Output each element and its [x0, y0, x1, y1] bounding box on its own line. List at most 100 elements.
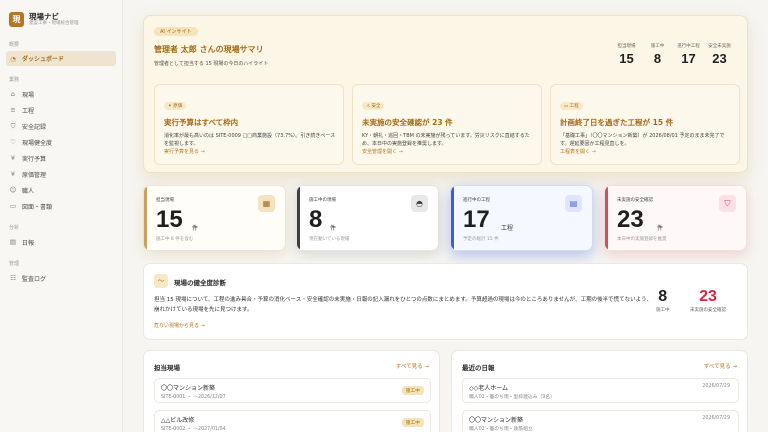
sidebar-item[interactable]: ▤ 日報	[6, 234, 116, 250]
stat-label: 施工中の現場	[309, 198, 336, 203]
kpi-processes: 進行中工程 17	[677, 44, 700, 66]
sidebar-item[interactable]: ⌂ 現場	[6, 86, 116, 102]
pulse-icon: 〜	[154, 274, 168, 288]
stat-unit: 件	[330, 225, 337, 232]
highlight-body: 消化率が最も高いのは SITE-0009 □□商業施設（73.7%）。引き続きペ…	[164, 133, 336, 147]
sidebar-item[interactable]: ⛉ 安全記録	[6, 118, 116, 134]
sidebar-item-label: 監査ログ	[22, 275, 47, 283]
sidebar-item-label: 現場	[22, 91, 35, 99]
highlight-card-safety: ⚠ 安全 未実施の安全確認が 23 件 KY・朝礼・巡回・TBM の未実施が残っ…	[352, 84, 542, 165]
dashboard-icon: ◔	[10, 54, 16, 63]
summary-kpis: 担当現場 15 施工中 8 進行中工程 17 安全未実施 23	[611, 43, 735, 66]
view-all-sites-link[interactable]: すべて見る →	[396, 362, 429, 370]
report-icon: ▤	[9, 238, 17, 246]
sidebar-item-label: 日報	[22, 239, 35, 247]
stat-unit: 件	[657, 225, 664, 232]
open-schedule-link[interactable]: 工程表を開く →	[560, 148, 596, 155]
stat-unit: 件	[192, 225, 199, 232]
sites-panel: 担当現場 すべて見る → 〇〇マンション新築 SITE-0001 ・ 〜2026…	[143, 350, 440, 432]
stat-label: 担当現場	[156, 198, 174, 203]
nav-section-label: 分析	[9, 225, 20, 231]
report-row[interactable]: 〇〇マンション新築 職人02・曇のち雨・鉄筋組立 2026/07/29	[462, 410, 739, 432]
sidebar-item-label: 安全記録	[22, 123, 47, 131]
yen-icon: ¥	[10, 170, 16, 178]
sidebar-item-label: 実行予算	[22, 155, 47, 163]
schedule-icon: ≡	[10, 106, 16, 114]
highlight-body: 「基礎工事」（〇〇マンション新築）が 2026/08/01 予定のまま未完了です…	[560, 133, 725, 147]
sidebar-item[interactable]: ☷ 監査ログ	[6, 270, 116, 286]
highlight-tag: ▭ 工程	[560, 102, 583, 110]
sidebar-item[interactable]: ¥ 実行予算	[6, 150, 116, 166]
calendar-icon: ▤	[565, 195, 582, 212]
stat-note: 予定の総計 15 件	[463, 237, 499, 242]
ai-insight-badge: AI インサイト	[154, 27, 198, 36]
sidebar-item[interactable]: ▭ 図面・書類	[6, 198, 116, 214]
helmet-icon: ◓	[411, 195, 428, 212]
brand[interactable]: 現 現場ナビ 建設工事・現場統合管理	[0, 0, 122, 30]
sidebar-item[interactable]: ◔ ダッシュボード	[6, 51, 116, 66]
sidebar-item-label: ダッシュボード	[22, 56, 65, 63]
kpi-active: 施工中 8	[650, 44, 665, 66]
yen-icon: ¥	[10, 154, 16, 162]
building-icon: ⌂	[10, 90, 16, 98]
shield-icon: ⛉	[10, 121, 16, 130]
stat-note: 現在動いている現場	[309, 237, 350, 242]
highlight-tag: ✦ 原価	[164, 102, 187, 110]
summary-subtitle: 管理者として担当する 15 現場の今日のハイライト	[154, 61, 269, 67]
sidebar-item-label: 工程	[22, 107, 35, 115]
sidebar-item[interactable]: ¥ 原価管理	[6, 166, 116, 182]
building-icon: ▦	[258, 195, 275, 212]
sidebar-item[interactable]: ☺ 職人	[6, 182, 116, 198]
view-budget-link[interactable]: 実行予算を見る →	[164, 148, 205, 155]
stat-value: 15	[156, 206, 183, 233]
sidebar-item[interactable]: ≡ 工程	[6, 102, 116, 118]
log-icon: ☷	[10, 274, 16, 282]
health-stat-safety: 23 未実施の安全確認	[690, 288, 726, 313]
health-icon: ♡	[10, 138, 16, 146]
ai-summary-card: AI インサイト 管理者 太郎 さんの現場サマリ 管理者として担当する 15 現…	[143, 15, 748, 173]
health-stat-active: 8 施工中	[656, 288, 670, 313]
health-body: 担当 15 現場について、工程の進み具合・予算の消化ペース・安全確認の未実施・日…	[154, 297, 652, 313]
stat-card-safety[interactable]: 未実施の安全確認 23 件 本日中の実施登録を推奨 ⛉	[604, 185, 747, 251]
nav-section-label: 概要	[9, 42, 20, 48]
sidebar-item-label: 図面・書類	[22, 203, 53, 211]
view-all-reports-link[interactable]: すべて見る →	[704, 362, 737, 370]
health-title: 現場の健全度診断	[174, 279, 226, 287]
stat-card-active-sites[interactable]: 施工中の現場 8 件 現在動いている現場 ◓	[296, 185, 439, 251]
summary-title: 管理者 太郎 さんの現場サマリ	[154, 45, 264, 54]
view-risky-sites-link[interactable]: 危ない現場から見る →	[154, 322, 205, 329]
panel-title: 担当現場	[154, 364, 180, 372]
highlight-body: KY・朝礼・巡回・TBM の未実施が残っています。労災リスクに直結するため、本日…	[362, 133, 530, 147]
stat-value: 23	[617, 206, 644, 233]
app-logo: 現	[9, 12, 24, 27]
status-badge: 施工中	[401, 386, 424, 395]
sidebar: 現 現場ナビ 建設工事・現場統合管理 概要 ◔ ダッシュボード 業務 ⌂ 現場 ≡ 工程 ⛉ 安全…	[0, 0, 123, 432]
stat-unit: 工程	[501, 225, 514, 232]
sidebar-item-label: 職人	[22, 187, 35, 195]
sidebar-item-label: 原価管理	[22, 171, 47, 179]
highlight-card-schedule: ▭ 工程 計画終了日を過ぎた工程が 15 件 「基礎工事」（〇〇マンション新築）…	[550, 84, 740, 165]
stat-card-sites[interactable]: 担当現場 15 件 施工中 8 件を含む ▦	[143, 185, 286, 251]
stat-value: 17	[463, 206, 490, 233]
highlight-card-budget: ✦ 原価 実行予算はすべて枠内 消化率が最も高いのは SITE-0009 □□商…	[154, 84, 344, 165]
report-row[interactable]: ◇◇老人ホーム 職人01・曇のち雨・型枠建込み（9名） 2026/07/29	[462, 378, 739, 403]
health-diagnosis-card: 〜 現場の健全度診断 担当 15 現場について、工程の進み具合・予算の消化ペース…	[143, 263, 748, 340]
nav-section-label: 管理	[9, 261, 20, 267]
stat-card-processes[interactable]: 進行中の工程 17 工程 予定の総計 15 件 ▤	[450, 185, 593, 251]
highlight-title: 実行予算はすべて枠内	[164, 118, 239, 127]
sidebar-item-label: 現場健全度	[22, 139, 53, 147]
site-row[interactable]: 〇〇マンション新築 SITE-0001 ・ 〜2026/12/07 施工中	[154, 378, 431, 403]
kpi-safety: 安全未実施 23	[708, 44, 731, 66]
people-icon: ☺	[9, 186, 17, 194]
stat-value: 8	[309, 206, 323, 233]
main-content: AI インサイト 管理者 太郎 さんの現場サマリ 管理者として担当する 15 現…	[123, 0, 768, 432]
status-badge: 施工中	[401, 418, 424, 427]
stat-label: 未実施の安全確認	[617, 198, 653, 203]
stat-note: 本日中の実施登録を推奨	[617, 237, 667, 242]
reports-panel: 最近の日報 すべて見る → ◇◇老人ホーム 職人01・曇のち雨・型枠建込み（9名…	[451, 350, 748, 432]
kpi-sites: 担当現場 15	[617, 44, 636, 66]
open-safety-link[interactable]: 安全管理を開く →	[362, 148, 403, 155]
sidebar-item[interactable]: ♡ 現場健全度	[6, 134, 116, 150]
highlight-tag: ⚠ 安全	[362, 102, 385, 110]
site-row[interactable]: △△ビル改修 SITE-0002 ・ 〜2027/01/04 施工中	[154, 410, 431, 432]
